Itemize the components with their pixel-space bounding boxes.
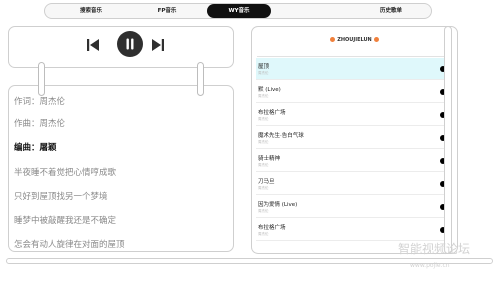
song-artist: 周杰伦 [258, 71, 269, 75]
lyric-line-current: 编曲：屠颖 [14, 143, 57, 153]
song-title: 骑士精神 [258, 156, 281, 162]
skip-next-icon[interactable] [152, 39, 164, 51]
playlist-row-selected[interactable]: 屋顶 周杰伦 [256, 58, 448, 80]
playlist-row[interactable]: 骑士精神 周杰伦 [256, 150, 448, 172]
pause-icon [126, 38, 134, 50]
playlist-header-title: ZHOUJIELUN [337, 37, 372, 43]
app-window: 搜索音乐 FP音乐 WY音乐 历史歌单 作词：周杰伦 作曲：周杰伦 编曲：屠颖 … [0, 0, 500, 283]
playlist-scrollbar[interactable] [444, 26, 452, 254]
tab-wy-music[interactable]: WY音乐 [207, 4, 271, 18]
playlist-row[interactable]: 布拉格广场 周杰伦 [256, 104, 448, 126]
basketball-icon [330, 37, 336, 42]
playlist-row[interactable]: 布拉格广场 周杰伦 [256, 219, 448, 241]
play-pause-button[interactable] [117, 31, 143, 57]
playlist-row[interactable]: 魔术先生·告白气球 周杰伦 [256, 127, 448, 149]
song-artist: 周杰伦 [258, 186, 269, 190]
song-artist: 周杰伦 [258, 163, 269, 167]
song-artist: 周杰伦 [258, 117, 269, 121]
playlist-row[interactable]: 刀马旦 周杰伦 [256, 173, 448, 195]
lyric-line: 作词：周杰伦 [14, 97, 66, 107]
song-artist: 周杰伦 [258, 140, 269, 144]
lyric-line: 作曲：周杰伦 [14, 119, 66, 129]
song-title: 布拉格广场 [258, 225, 286, 231]
playlist-panel: ZHOUJIELUN 屋顶 周杰伦 默 (Live) 周杰伦 布拉格广场 周杰伦… [251, 26, 458, 254]
song-title: 屋顶 [258, 64, 270, 70]
song-title: 因为爱情 (Live) [258, 202, 298, 208]
watermark: 智能视频论坛 [398, 242, 471, 256]
tab-history-playlist[interactable]: 历史歌单 [353, 4, 429, 18]
song-title: 默 (Live) [258, 87, 281, 93]
divider [257, 56, 452, 57]
basketball-icon [373, 37, 379, 42]
song-artist: 周杰伦 [258, 209, 269, 213]
source-tab-bar: 搜索音乐 FP音乐 WY音乐 历史歌单 [44, 3, 432, 19]
song-title: 刀马旦 [258, 179, 275, 185]
watermark-url: www.pojie.cn [410, 262, 450, 269]
lyric-line: 只好到屋顶找另一个梦境 [14, 192, 108, 202]
lyric-line: 睡梦中被敲醒我还是不确定 [14, 216, 117, 226]
song-title: 布拉格广场 [258, 110, 286, 116]
right-drag-handle[interactable] [197, 62, 204, 96]
playlist-row[interactable]: 因为爱情 (Live) 周杰伦 [256, 196, 448, 218]
playlist-row[interactable]: 默 (Live) 周杰伦 [256, 81, 448, 103]
song-title: 魔术先生·告白气球 [258, 133, 304, 139]
lyric-line: 半夜睡不着觉把心情哼成歌 [14, 168, 117, 178]
skip-previous-icon[interactable] [87, 39, 99, 51]
song-artist: 周杰伦 [258, 232, 269, 236]
playlist-header: ZHOUJIELUN [252, 37, 457, 43]
lyrics-panel[interactable]: 作词：周杰伦 作曲：周杰伦 编曲：屠颖 半夜睡不着觉把心情哼成歌 只好到屋顶找另… [8, 85, 234, 252]
song-artist: 周杰伦 [258, 94, 269, 98]
tab-search-music[interactable]: 搜索音乐 [53, 4, 129, 18]
left-drag-handle[interactable] [38, 62, 45, 96]
lyric-line: 怎会有动人旋律在对面的屋顶 [14, 240, 125, 250]
tab-fp-music[interactable]: FP音乐 [129, 4, 205, 18]
